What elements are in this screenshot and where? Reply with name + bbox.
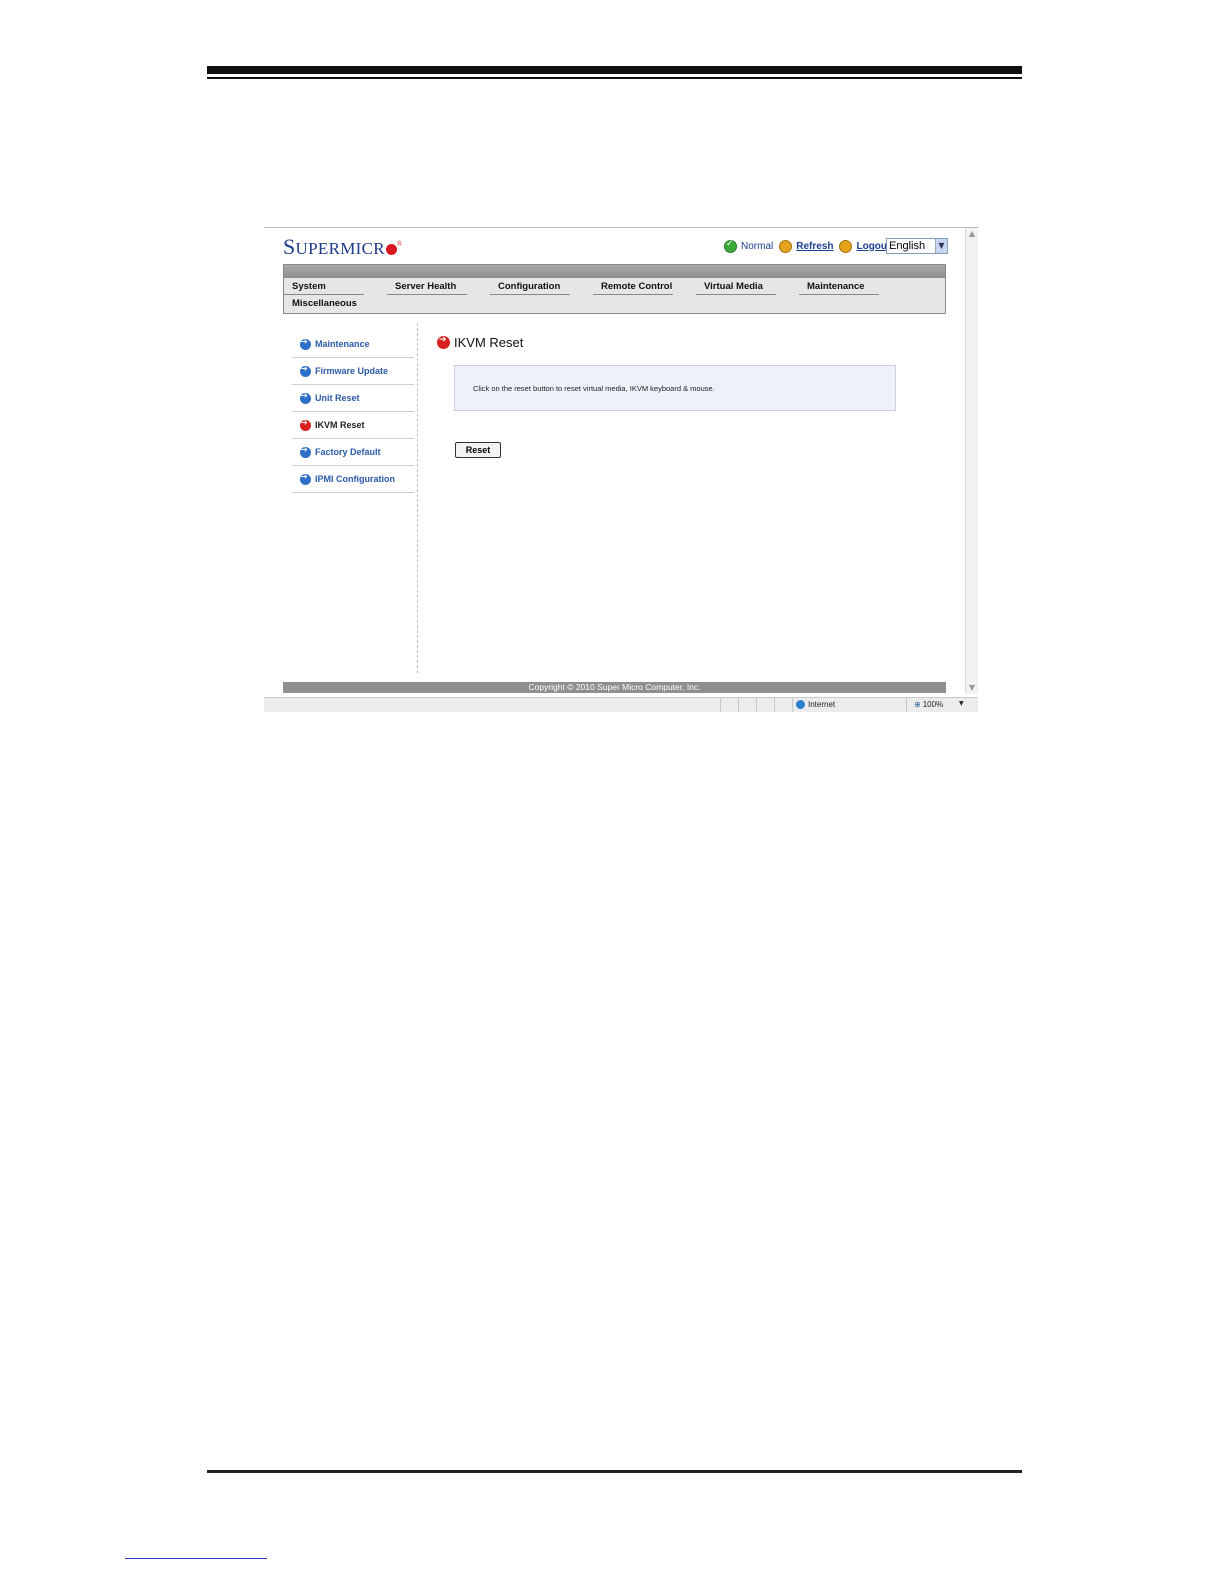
status-separator (774, 698, 775, 712)
zoom-control[interactable]: ⊕ 100% (914, 700, 943, 709)
language-selected-value: English (889, 240, 926, 252)
tab-maintenance[interactable]: Maintenance (799, 281, 879, 295)
zoom-icon: ⊕ (914, 700, 921, 709)
sidebar-item-label: Factory Default (315, 447, 381, 457)
sidebar-item-label: Maintenance (315, 339, 370, 349)
logo-o-dot (385, 244, 397, 255)
arrow-right-circle-icon (300, 472, 311, 485)
tab-system[interactable]: System (284, 281, 364, 295)
reset-button[interactable]: Reset (455, 442, 501, 458)
security-zone: Internet (796, 700, 835, 709)
nav-second-row: Miscellaneous (284, 297, 945, 313)
logo-text: UPERMICR (295, 239, 385, 258)
sidebar-item-label: Unit Reset (315, 393, 360, 403)
copyright-footer: Copyright © 2010 Super Micro Computer, I… (283, 682, 946, 693)
arrow-right-circle-icon (437, 335, 450, 349)
scroll-down-icon[interactable]: ▼ (967, 683, 977, 693)
arrow-right-circle-icon (300, 337, 311, 350)
vertical-scrollbar[interactable]: ▲ ▼ (965, 228, 978, 694)
status-separator (738, 698, 739, 712)
sidebar-divider (417, 323, 418, 673)
status-separator (720, 698, 721, 712)
main-nav: System Server Health Configuration Remot… (283, 264, 946, 314)
footnote-rule (125, 1558, 267, 1559)
nav-tab-row: System Server Health Configuration Remot… (284, 278, 945, 297)
page-header-rule-thin (207, 77, 1022, 79)
sidebar-item-label: Firmware Update (315, 366, 389, 376)
logo-initial: S (283, 234, 296, 259)
scroll-up-icon[interactable]: ▲ (967, 229, 977, 239)
page-title: IKVM Reset (437, 335, 523, 350)
refresh-icon[interactable] (779, 239, 793, 253)
tab-remote-control[interactable]: Remote Control (593, 281, 673, 295)
description-text: Click on the reset button to reset virtu… (473, 384, 715, 393)
page-footer-rule (207, 1470, 1022, 1473)
arrow-right-circle-icon (300, 418, 311, 431)
arrow-right-circle-icon (300, 364, 311, 377)
arrow-right-circle-icon (300, 391, 311, 404)
zoom-level: 100% (922, 700, 944, 709)
tab-virtual-media[interactable]: Virtual Media (696, 281, 776, 295)
tab-configuration[interactable]: Configuration (490, 281, 570, 295)
globe-icon (796, 700, 805, 709)
browser-screenshot: SUPERMICR ® Normal Refresh Logout English… (264, 227, 978, 712)
status-separator (792, 698, 793, 712)
sidebar-item-unit-reset[interactable]: Unit Reset (292, 385, 414, 412)
status-ok-icon (724, 239, 737, 253)
header-status-area: Normal Refresh Logout (724, 237, 896, 255)
nav-header-strip (284, 265, 945, 278)
sidebar-item-label: IKVM Reset (315, 420, 365, 430)
status-separator (756, 698, 757, 712)
tab-miscellaneous[interactable]: Miscellaneous (292, 298, 357, 309)
status-separator (906, 698, 907, 712)
sidebar-item-firmware-update[interactable]: Firmware Update (292, 358, 414, 385)
supermicro-logo: SUPERMICR ® (283, 234, 402, 260)
page-title-text: IKVM Reset (454, 335, 524, 350)
sidebar-item-factory-default[interactable]: Factory Default (292, 439, 414, 466)
sidebar-item-maintenance[interactable]: Maintenance (292, 331, 414, 358)
logout-icon[interactable] (839, 239, 853, 253)
sidebar-item-label: IPMI Configuration (315, 474, 395, 484)
refresh-link[interactable]: Refresh (796, 241, 833, 252)
logo-registered-mark: ® (396, 240, 403, 248)
page-header-rule-thick (207, 66, 1022, 74)
chevron-down-icon[interactable]: ▼ (959, 700, 964, 707)
chevron-down-icon[interactable]: ▼ (935, 239, 947, 253)
sidebar-item-ikvm-reset[interactable]: IKVM Reset (292, 412, 414, 439)
tab-server-health[interactable]: Server Health (387, 281, 467, 295)
description-box: Click on the reset button to reset virtu… (454, 365, 896, 411)
security-zone-label: Internet (808, 700, 836, 709)
sidebar-item-ipmi-configuration[interactable]: IPMI Configuration (292, 466, 414, 493)
arrow-right-circle-icon (300, 445, 311, 458)
browser-status-bar: Internet ⊕ 100% ▼ (264, 697, 978, 712)
sidebar: Maintenance Firmware Update Unit Reset I… (292, 331, 414, 493)
status-label: Normal (741, 240, 774, 252)
language-select[interactable]: English ▼ (886, 238, 948, 254)
